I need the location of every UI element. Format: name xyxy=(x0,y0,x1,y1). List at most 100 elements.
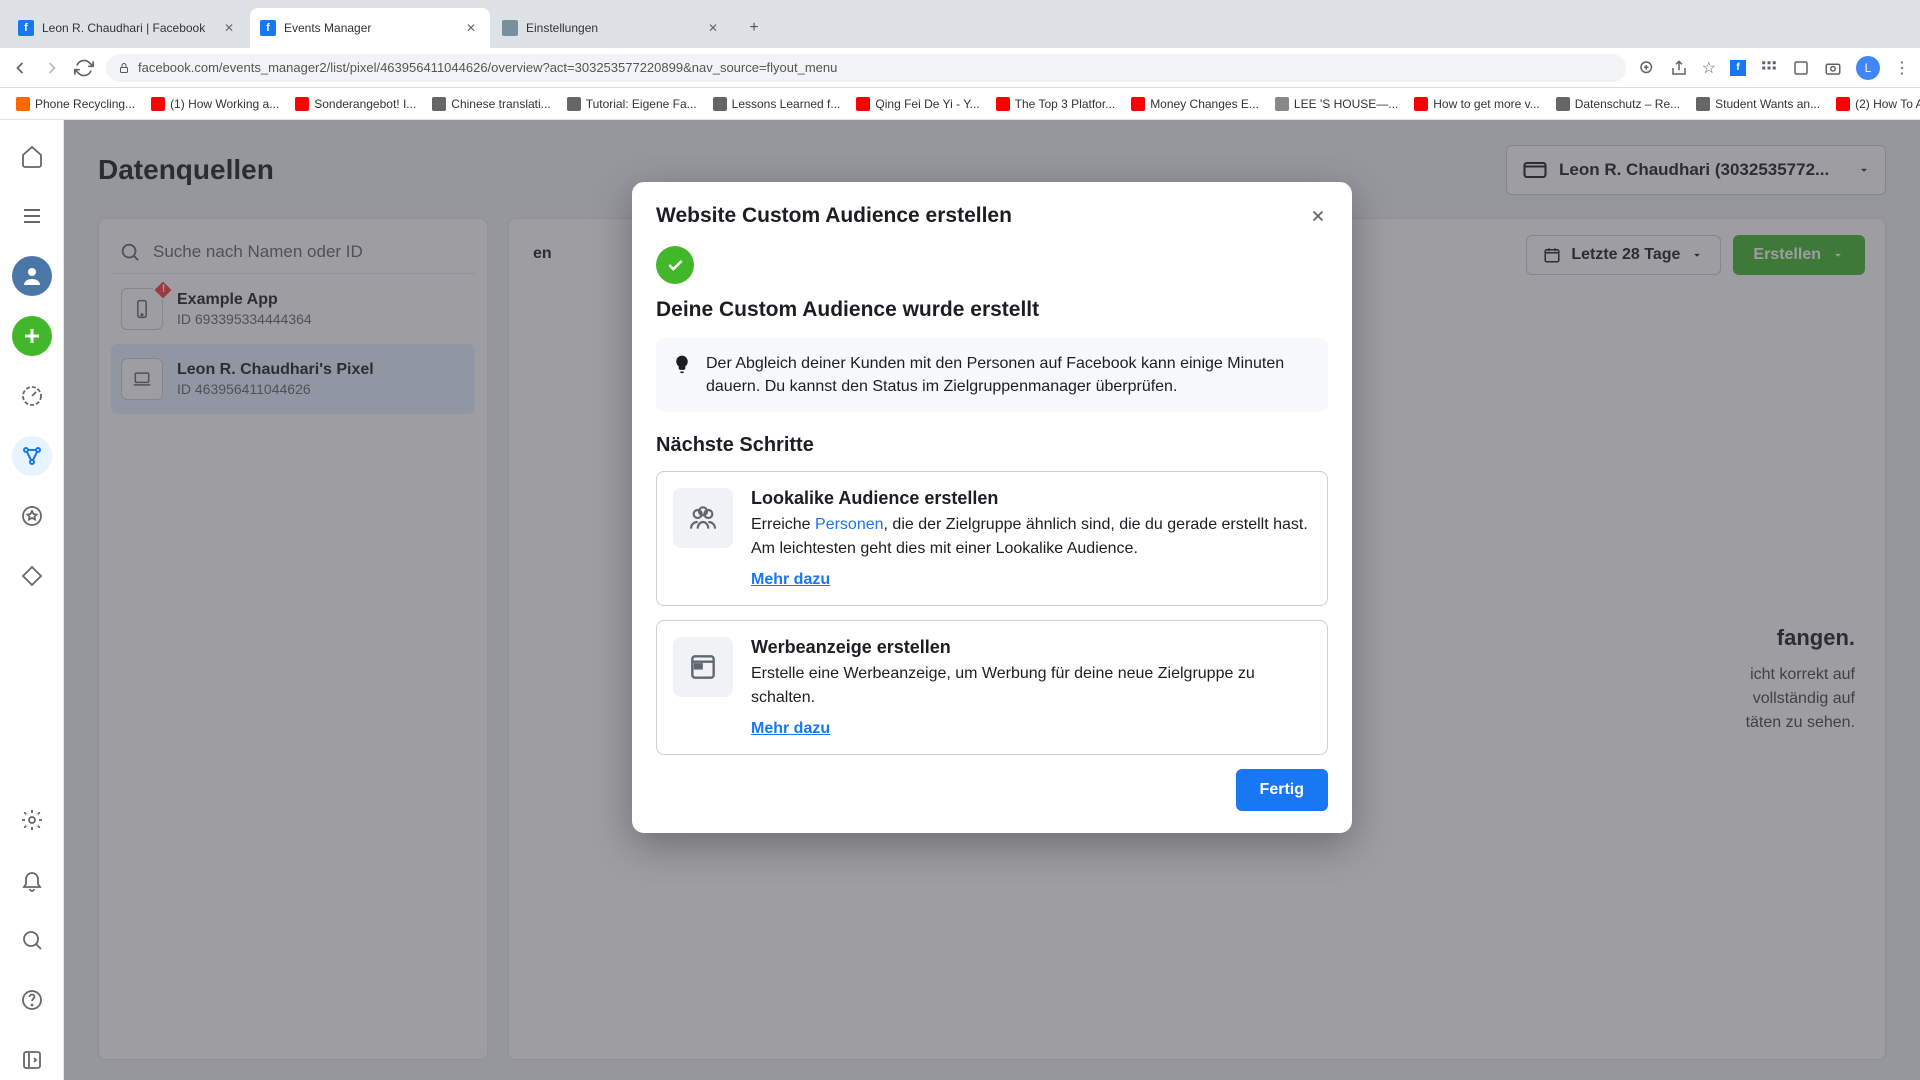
bookmark-label: (2) How To Add A... xyxy=(1855,97,1920,111)
persons-link[interactable]: Personen xyxy=(815,516,884,533)
tab-title: Leon R. Chaudhari | Facebook xyxy=(42,21,218,35)
create-audience-modal: Website Custom Audience erstellen Deine … xyxy=(632,182,1352,833)
done-button[interactable]: Fertig xyxy=(1236,769,1328,811)
success-check-icon xyxy=(656,246,694,284)
bookmark-item[interactable]: LEE 'S HOUSE—... xyxy=(1269,93,1404,115)
forward-button[interactable] xyxy=(42,58,62,78)
bookmark-favicon xyxy=(295,97,309,111)
browser-tab[interactable]: Einstellungen ✕ xyxy=(492,8,732,48)
bookmark-item[interactable]: Tutorial: Eigene Fa... xyxy=(561,93,703,115)
url-text: facebook.com/events_manager2/list/pixel/… xyxy=(138,60,837,75)
nav-search[interactable] xyxy=(12,920,52,960)
browser-toolbar: facebook.com/events_manager2/list/pixel/… xyxy=(0,48,1920,88)
nav-home[interactable] xyxy=(12,136,52,176)
settings-favicon xyxy=(502,20,518,36)
bookmark-favicon xyxy=(151,97,165,111)
bookmark-favicon xyxy=(1131,97,1145,111)
lightbulb-icon xyxy=(672,354,692,374)
nav-profile[interactable] xyxy=(12,256,52,296)
star-icon[interactable]: ☆ xyxy=(1702,58,1716,78)
nav-star[interactable] xyxy=(12,496,52,536)
close-icon[interactable]: ✕ xyxy=(708,21,722,35)
bookmark-item[interactable]: Phone Recycling... xyxy=(10,93,141,115)
bookmark-favicon xyxy=(1556,97,1570,111)
nav-pixel[interactable] xyxy=(12,436,52,476)
bookmark-favicon xyxy=(1696,97,1710,111)
bookmark-favicon xyxy=(713,97,727,111)
reload-button[interactable] xyxy=(74,58,94,78)
modal-heading: Deine Custom Audience wurde erstellt xyxy=(656,298,1328,322)
bookmark-label: LEE 'S HOUSE—... xyxy=(1294,97,1398,111)
bookmark-item[interactable]: How to get more v... xyxy=(1408,93,1545,115)
lock-icon xyxy=(118,62,130,74)
facebook-favicon: f xyxy=(260,20,276,36)
bookmark-favicon xyxy=(16,97,30,111)
bookmark-item[interactable]: Datenschutz – Re... xyxy=(1550,93,1686,115)
bookmark-favicon xyxy=(1836,97,1850,111)
bookmark-item[interactable]: Qing Fei De Yi - Y... xyxy=(850,93,985,115)
address-bar[interactable]: facebook.com/events_manager2/list/pixel/… xyxy=(106,54,1626,82)
bookmark-favicon xyxy=(1275,97,1289,111)
create-ad-card[interactable]: Werbeanzeige erstellen Erstelle eine Wer… xyxy=(656,620,1328,755)
nav-notifications[interactable] xyxy=(12,860,52,900)
modal-footer: Fertig xyxy=(656,769,1328,811)
close-icon xyxy=(1309,207,1327,225)
left-nav-rail xyxy=(0,120,64,1080)
nav-settings[interactable] xyxy=(12,800,52,840)
nav-create[interactable] xyxy=(12,316,52,356)
menu-icon[interactable]: ⋮ xyxy=(1894,58,1910,78)
bookmark-item[interactable]: Money Changes E... xyxy=(1125,93,1265,115)
card-title: Werbeanzeige erstellen xyxy=(751,637,1311,658)
bookmark-item[interactable]: (2) How To Add A... xyxy=(1830,93,1920,115)
profile-avatar[interactable]: L xyxy=(1856,56,1880,80)
bookmark-label: Datenschutz – Re... xyxy=(1575,97,1680,111)
camera-icon[interactable] xyxy=(1824,59,1842,77)
extensions-icon[interactable] xyxy=(1792,59,1810,77)
bookmark-label: Phone Recycling... xyxy=(35,97,135,111)
card-description: Erstelle eine Werbeanzeige, um Werbung f… xyxy=(751,662,1311,710)
learn-more-link[interactable]: Mehr dazu xyxy=(751,571,830,589)
bookmark-label: Money Changes E... xyxy=(1150,97,1259,111)
browser-tab-active[interactable]: f Events Manager ✕ xyxy=(250,8,490,48)
nav-tag[interactable] xyxy=(12,556,52,596)
bookmark-favicon xyxy=(856,97,870,111)
nav-menu[interactable] xyxy=(12,196,52,236)
bookmark-label: How to get more v... xyxy=(1433,97,1539,111)
grid-icon[interactable] xyxy=(1760,59,1778,77)
learn-more-link[interactable]: Mehr dazu xyxy=(751,720,830,738)
back-button[interactable] xyxy=(10,58,30,78)
nav-help[interactable] xyxy=(12,980,52,1020)
info-text: Der Abgleich deiner Kunden mit den Perso… xyxy=(706,352,1312,398)
close-icon[interactable]: ✕ xyxy=(224,21,238,35)
info-callout: Der Abgleich deiner Kunden mit den Perso… xyxy=(656,338,1328,412)
bookmark-favicon xyxy=(1414,97,1428,111)
zoom-icon[interactable] xyxy=(1638,59,1656,77)
bookmark-item[interactable]: (1) How Working a... xyxy=(145,93,285,115)
new-tab-button[interactable]: + xyxy=(740,14,768,42)
bookmark-item[interactable]: Sonderangebot! I... xyxy=(289,93,422,115)
close-icon[interactable]: ✕ xyxy=(466,21,480,35)
bookmark-label: Tutorial: Eigene Fa... xyxy=(586,97,697,111)
modal-title: Website Custom Audience erstellen xyxy=(656,204,1328,228)
main-content: Datenquellen Leon R. Chaudhari (30325357… xyxy=(64,120,1920,1080)
bookmark-item[interactable]: Lessons Learned f... xyxy=(707,93,847,115)
facebook-ext-icon[interactable]: f xyxy=(1730,60,1746,76)
bookmark-label: (1) How Working a... xyxy=(170,97,279,111)
lookalike-card[interactable]: Lookalike Audience erstellen Erreiche Pe… xyxy=(656,471,1328,606)
bookmark-item[interactable]: Student Wants an... xyxy=(1690,93,1826,115)
browser-tab-strip: f Leon R. Chaudhari | Facebook ✕ f Event… xyxy=(0,0,1920,48)
modal-close-button[interactable] xyxy=(1300,198,1336,234)
card-description: Erreiche Personen, die der Zielgruppe äh… xyxy=(751,513,1311,561)
share-icon[interactable] xyxy=(1670,59,1688,77)
tab-title: Einstellungen xyxy=(526,21,702,35)
nav-gauge[interactable] xyxy=(12,376,52,416)
bookmark-item[interactable]: The Top 3 Platfor... xyxy=(990,93,1122,115)
bookmark-favicon xyxy=(432,97,446,111)
browser-tab[interactable]: f Leon R. Chaudhari | Facebook ✕ xyxy=(8,8,248,48)
bookmark-label: The Top 3 Platfor... xyxy=(1015,97,1116,111)
bookmark-item[interactable]: Chinese translati... xyxy=(426,93,556,115)
app-root: Datenquellen Leon R. Chaudhari (30325357… xyxy=(0,120,1920,1080)
nav-collapse[interactable] xyxy=(12,1040,52,1080)
bookmark-label: Qing Fei De Yi - Y... xyxy=(875,97,979,111)
toolbar-icons: ☆ f L ⋮ xyxy=(1638,56,1910,80)
